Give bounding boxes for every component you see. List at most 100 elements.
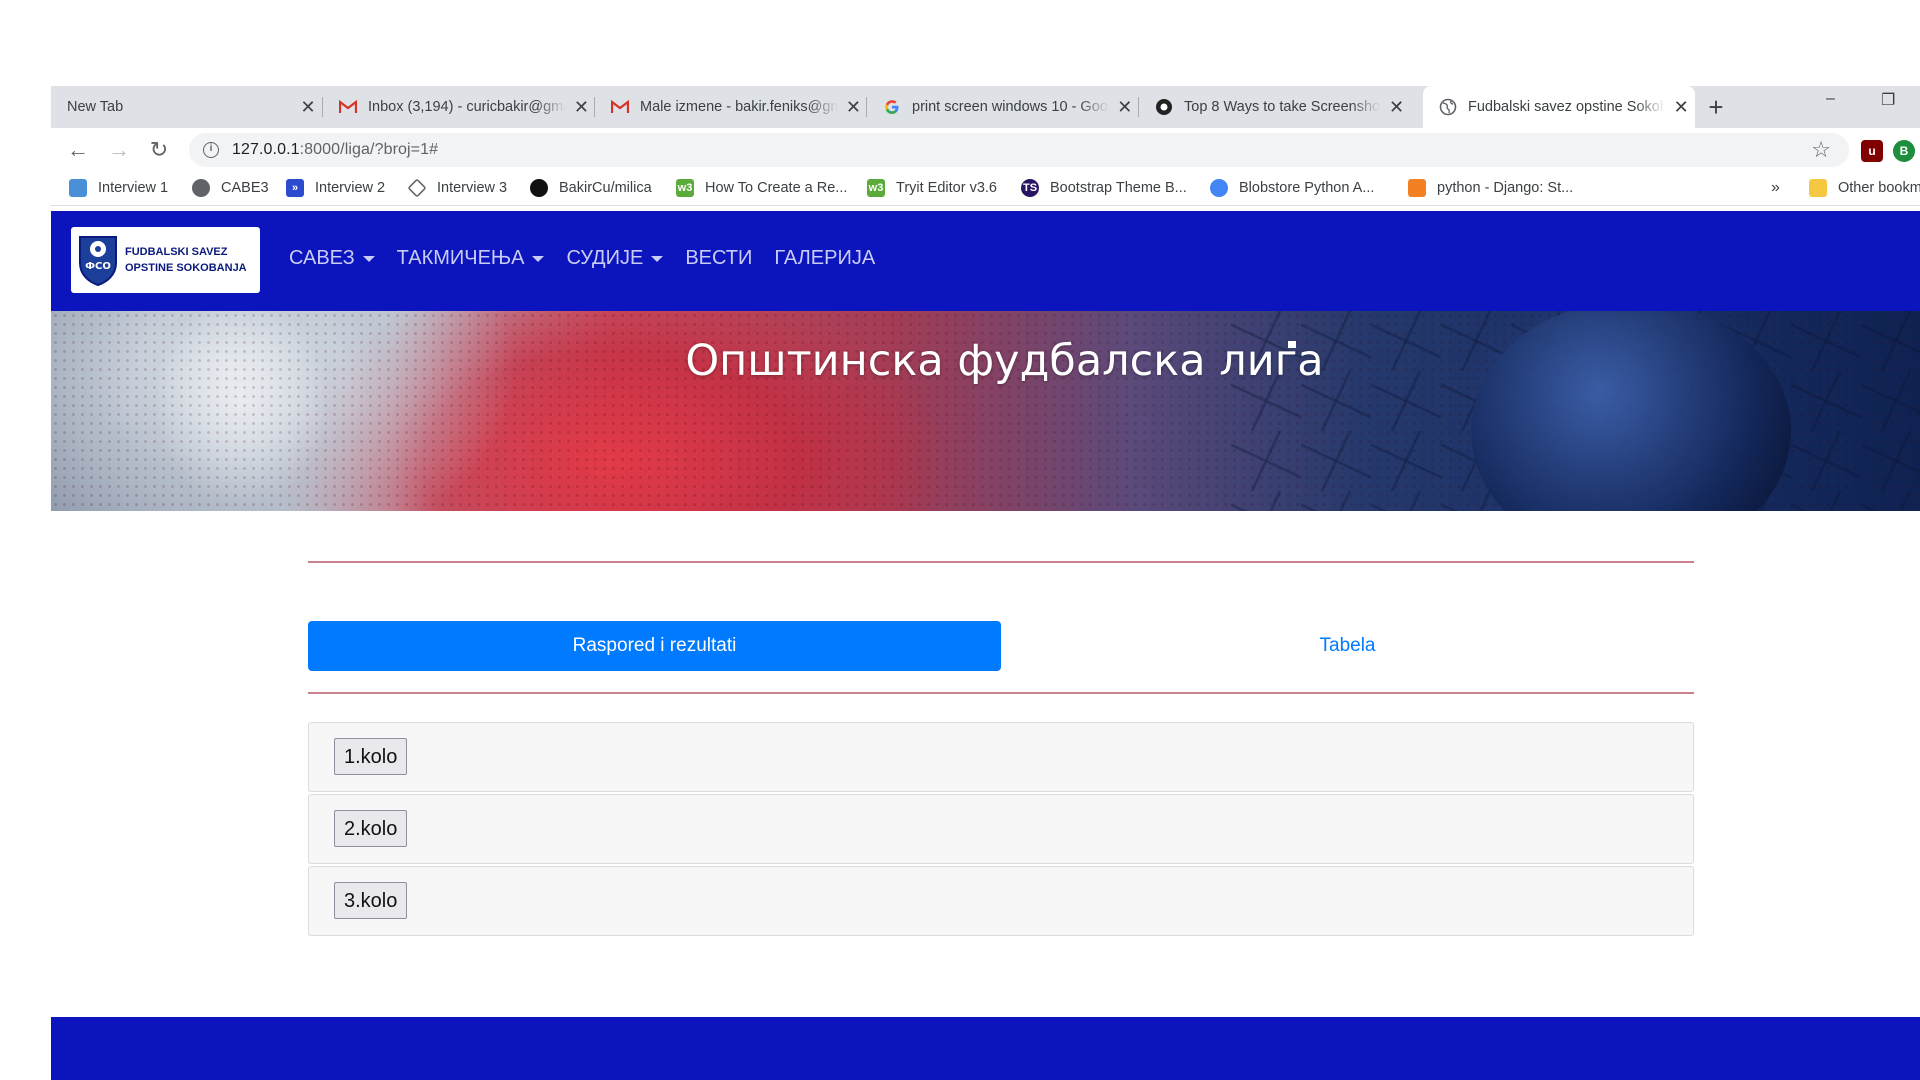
- menu-label: САВЕЗ: [289, 247, 355, 269]
- bookmark-how-to-create[interactable]: w3 How To Create a Re...: [676, 179, 847, 197]
- menu-takmicenja[interactable]: ТАКМИЧЕЊА: [397, 247, 545, 270]
- menu-vesti[interactable]: ВЕСТИ: [685, 247, 752, 270]
- bookmarks-overflow-button[interactable]: »: [1771, 179, 1780, 197]
- round-card: 3.kolo: [308, 866, 1694, 936]
- github-icon: [530, 179, 548, 197]
- site-logo[interactable]: ФСО FUDBALSKI SAVEZ OPSTINE SOKOBANJA: [71, 227, 260, 293]
- close-icon[interactable]: ✕: [846, 97, 861, 118]
- round-1-button[interactable]: 1.kolo: [334, 738, 408, 775]
- bookmark-bootstrap-theme[interactable]: TS Bootstrap Theme B...: [1021, 179, 1187, 197]
- league-tabs: Raspored i rezultati Tabela: [308, 621, 1694, 671]
- bookmark-icon: [69, 179, 87, 197]
- site-icon: [1155, 98, 1173, 116]
- bookmark-label: Interview 3: [437, 180, 508, 196]
- crest-icon: ФСО: [79, 236, 117, 287]
- bookmark-github-milica[interactable]: BakirCu/milica: [530, 179, 652, 197]
- tab-title: Top 8 Ways to take Screenshots: [1184, 99, 1380, 115]
- browser-tab-screenshots[interactable]: Top 8 Ways to take Screenshots ✕: [1139, 86, 1411, 128]
- hero-banner: Општинска фудбалска лига: [51, 311, 1920, 511]
- site-navbar: ФСО FUDBALSKI SAVEZ OPSTINE SOKOBANJA СА…: [51, 211, 1920, 311]
- close-icon[interactable]: ✕: [1117, 97, 1133, 118]
- restore-icon[interactable]: ❐: [1881, 90, 1895, 110]
- bookmark-interview-3[interactable]: Interview 3: [407, 178, 508, 198]
- caret-down-icon: [532, 255, 545, 262]
- menu-label: ТАКМИЧЕЊА: [396, 247, 525, 269]
- url-text: 127.0.0.1:8000/liga/?broj=1#: [232, 141, 438, 159]
- ublock-extension-icon[interactable]: u: [1861, 140, 1883, 162]
- back-icon[interactable]: ←: [65, 137, 91, 163]
- gmail-icon: [339, 98, 357, 116]
- address-bar[interactable]: i 127.0.0.1:8000/liga/?broj=1# ☆: [189, 133, 1849, 167]
- logo-text: FUDBALSKI SAVEZ OPSTINE SOKOBANJA: [125, 244, 247, 276]
- bookmark-label: Other bookmarks: [1838, 180, 1920, 196]
- tab-title: Fudbalski savez opstine Sokobanja: [1468, 99, 1666, 115]
- menu-sudije[interactable]: СУДИЈЕ: [566, 247, 664, 270]
- tab-title: Inbox (3,194) - curicbakir@gmail.com: [368, 99, 566, 115]
- page-viewport: ФСО FUDBALSKI SAVEZ OPSTINE SOKOBANJA СА…: [51, 211, 1920, 1080]
- round-3-button[interactable]: 3.kolo: [334, 882, 408, 919]
- browser-tab-active[interactable]: Fudbalski savez opstine Sokobanja ✕: [1423, 86, 1695, 128]
- google-icon: [883, 98, 901, 116]
- tab-title: print screen windows 10 - Google: [912, 99, 1109, 115]
- bookmark-interview-2[interactable]: » Interview 2: [286, 179, 385, 197]
- bookmark-interview-1[interactable]: Interview 1: [69, 179, 168, 197]
- site-footer: [51, 1017, 1920, 1080]
- globe-icon: [192, 179, 210, 197]
- mouse-cursor: [1288, 341, 1296, 348]
- bookmark-label: Tryit Editor v3.6: [896, 180, 997, 196]
- close-icon[interactable]: ✕: [299, 97, 317, 118]
- bookmark-cabe3[interactable]: CABE3: [192, 179, 269, 197]
- bookmark-label: How To Create a Re...: [705, 180, 848, 196]
- globe-icon: [1439, 98, 1457, 116]
- logo-line-1: FUDBALSKI SAVEZ: [125, 246, 228, 258]
- menu-savez[interactable]: САВЕЗ: [289, 247, 375, 270]
- bookmark-blobstore[interactable]: Blobstore Python A...: [1210, 179, 1374, 197]
- tab-schedule-results[interactable]: Raspored i rezultati: [308, 621, 1001, 671]
- w3schools-icon: w3: [867, 179, 885, 197]
- menu-galerija[interactable]: ГАЛЕРИЈА: [774, 247, 875, 270]
- tab-table[interactable]: Tabela: [1001, 621, 1694, 671]
- bootstrap-icon: TS: [1021, 179, 1039, 197]
- bookmark-stackoverflow[interactable]: python - Django: St...: [1408, 179, 1573, 197]
- bookmark-label: Bootstrap Theme B...: [1050, 180, 1187, 196]
- w3schools-icon: w3: [676, 179, 694, 197]
- divider-bottom: [308, 692, 1694, 694]
- bookmark-icon: [407, 178, 427, 198]
- bookmark-label: Interview 2: [315, 180, 386, 196]
- round-2-button[interactable]: 2.kolo: [334, 810, 408, 847]
- round-card: 1.kolo: [308, 722, 1694, 792]
- close-icon[interactable]: ✕: [1388, 97, 1405, 118]
- bookmark-tryit-editor[interactable]: w3 Tryit Editor v3.6: [867, 179, 997, 197]
- url-path: :8000/liga/?broj=1#: [299, 141, 439, 158]
- browser-tab-google-search[interactable]: print screen windows 10 - Google ✕: [867, 86, 1139, 128]
- close-icon[interactable]: ✕: [1673, 97, 1689, 118]
- bookmark-label: Interview 1: [98, 180, 169, 196]
- main-menu: САВЕЗ ТАКМИЧЕЊА СУДИЈЕ ВЕСТИ ГАЛЕРИЈА: [289, 247, 897, 270]
- browser-tab-gmail-message[interactable]: Male izmene - bakir.feniks@gmail.com ✕: [595, 86, 867, 128]
- reload-icon[interactable]: ↻: [146, 137, 172, 163]
- menu-label: СУДИЈЕ: [566, 247, 644, 269]
- caret-down-icon: [362, 255, 375, 262]
- bookmarks-bar: Interview 1 CABE3 » Interview 2 Interview…: [51, 172, 1920, 206]
- forward-icon[interactable]: →: [106, 137, 132, 163]
- tab-title: Male izmene - bakir.feniks@gmail.com: [640, 99, 838, 115]
- tab-title: New Tab: [67, 99, 124, 115]
- divider-top: [308, 561, 1694, 563]
- profile-avatar[interactable]: B: [1893, 140, 1915, 162]
- bookmark-star-icon[interactable]: ☆: [1811, 137, 1831, 163]
- browser-toolbar: ← → ↻ i 127.0.0.1:8000/liga/?broj=1# ☆ u…: [51, 128, 1920, 172]
- menu-label: ВЕСТИ: [685, 247, 753, 269]
- close-icon[interactable]: ✕: [574, 97, 589, 118]
- bookmark-label: python - Django: St...: [1437, 180, 1574, 196]
- site-info-icon[interactable]: i: [203, 142, 219, 158]
- browser-tab-new-tab[interactable]: New Tab ✕: [51, 86, 323, 128]
- caret-down-icon: [651, 255, 664, 262]
- menu-label: ГАЛЕРИЈА: [774, 247, 876, 269]
- new-tab-button[interactable]: +: [1701, 92, 1731, 122]
- page-title: Општинска фудбалска лига: [685, 336, 1324, 386]
- url-host: 127.0.0.1: [232, 141, 300, 158]
- bookmark-icon: »: [286, 179, 304, 197]
- browser-tab-gmail-inbox[interactable]: Inbox (3,194) - curicbakir@gmail.com ✕: [323, 86, 595, 128]
- minimize-icon[interactable]: –: [1826, 90, 1835, 108]
- other-bookmarks-folder[interactable]: Other bookmarks: [1809, 179, 1920, 197]
